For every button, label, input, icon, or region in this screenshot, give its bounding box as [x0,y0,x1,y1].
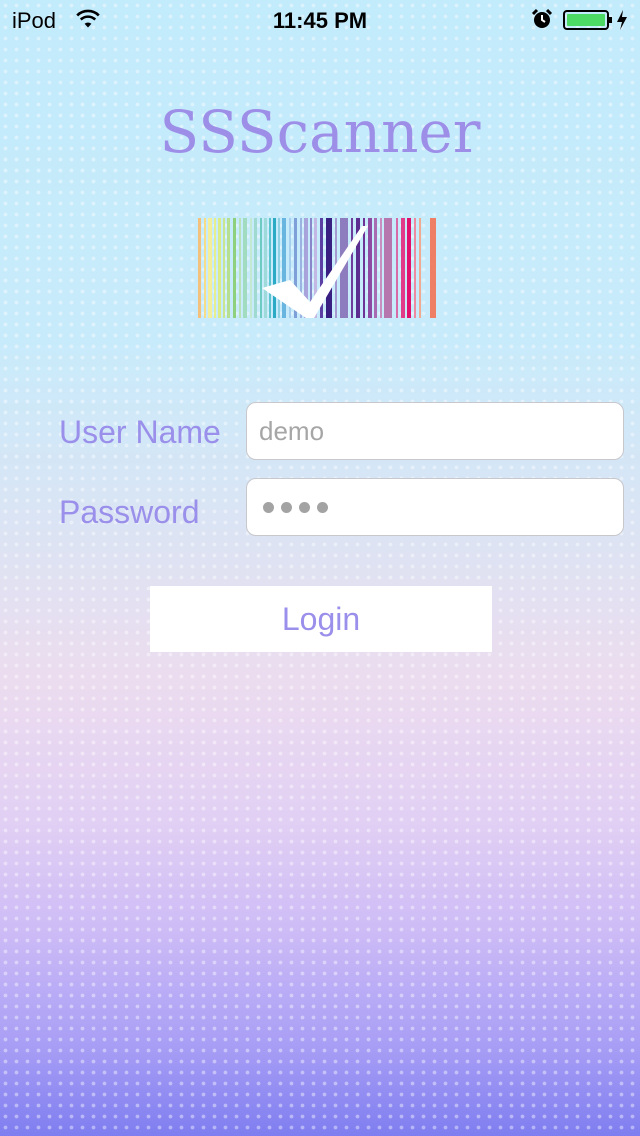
password-label: Password [59,494,200,530]
charging-bolt-icon [617,10,627,30]
username-label: User Name [59,414,221,450]
username-field[interactable] [246,402,624,460]
dotted-background-pattern [0,0,640,1136]
username-input[interactable] [259,403,609,459]
alarm-clock-icon [531,8,553,28]
password-dot [281,501,292,513]
app-title: SSScanner [159,98,481,166]
password-masked-value [263,479,328,535]
status-bar: iPod 11:45 PM [0,0,640,40]
password-dot [263,501,274,513]
password-field[interactable] [246,478,624,536]
password-dot [299,501,310,513]
login-button[interactable]: Login [150,586,492,652]
password-dot [317,501,328,513]
barcode-checkmark-icon [198,218,436,318]
battery-icon [563,10,612,30]
